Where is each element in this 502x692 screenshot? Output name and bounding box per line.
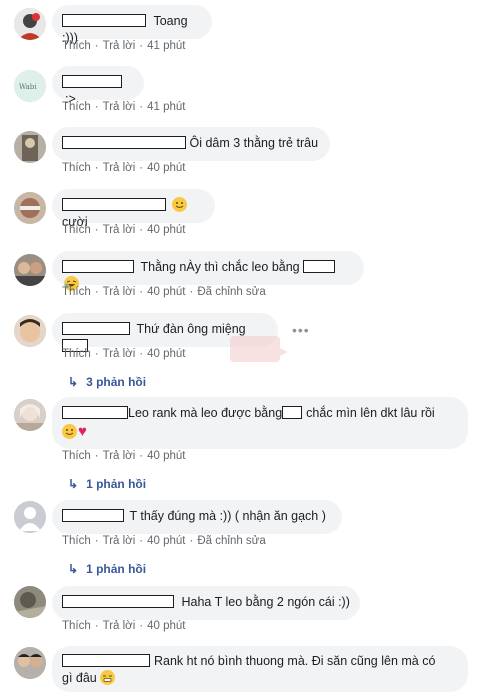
comment-text: Leo rank mà leo được bằng [128, 406, 283, 420]
avatar[interactable]: Wabi [14, 70, 46, 102]
timestamp[interactable]: 41 phút [147, 40, 185, 52]
reply-link[interactable]: Trả lời [103, 40, 136, 52]
avatar[interactable] [14, 254, 46, 286]
view-replies-link[interactable]: ↳ 3 phản hồi [68, 375, 146, 389]
like-link[interactable]: Thích [62, 620, 91, 632]
redacted-name [62, 322, 130, 335]
timestamp[interactable]: 40 phút [147, 620, 185, 632]
reply-link[interactable]: Trả lời [103, 224, 136, 236]
edited-label[interactable]: Đã chỉnh sửa [197, 535, 265, 547]
timestamp[interactable]: 40 phút [147, 162, 185, 174]
more-options-icon[interactable]: ••• [292, 322, 310, 338]
avatar[interactable] [14, 131, 46, 163]
view-replies-link[interactable]: ↳ 1 phản hồi [68, 562, 146, 576]
redacted-word [303, 260, 336, 273]
comment-bubble: Haha T leo bằng 2 ngón cái :)) [52, 586, 360, 620]
redacted-word [282, 406, 303, 419]
smile-emoji-icon [62, 424, 77, 439]
timestamp[interactable]: 40 phút [147, 348, 185, 360]
comment-text: Rank ht nó bình thuong mà. Đi săn cũng l… [154, 654, 436, 668]
comment-bubble: Rank ht nó bình thuong mà. Đi săn cũng l… [52, 646, 468, 692]
timestamp[interactable]: 40 phút [147, 450, 185, 462]
comment-text-cont: gì đâu [62, 671, 97, 685]
redacted-name [62, 14, 146, 27]
avatar[interactable] [14, 8, 46, 40]
comment-text: Ôi dâm 3 thằng trẻ trâu [189, 136, 319, 150]
reply-link[interactable]: Trả lời [103, 450, 136, 462]
reply-link[interactable]: Trả lời [103, 286, 136, 298]
svg-text:Wabi: Wabi [19, 83, 37, 91]
like-link[interactable]: Thích [62, 535, 91, 547]
comment-bubble: T thấy đúng mà :)) ( nhận ăn gạch ) [52, 500, 342, 534]
heart-icon: ♥ [78, 423, 87, 440]
comment-bubble: Toang :))) [52, 5, 212, 45]
comment-bubble: :> [52, 66, 144, 106]
reply-arrow-icon: ↳ [68, 562, 79, 576]
comment-text-cont: chắc mìn lên dkt lâu rồi [306, 406, 435, 420]
avatar[interactable] [14, 586, 46, 618]
smile-emoji-icon [172, 197, 188, 212]
like-link[interactable]: Thích [62, 101, 91, 113]
redacted-name [62, 509, 124, 522]
avatar[interactable] [14, 192, 46, 224]
comment-bubble: Thằng nÀy thì chắc leo bằng [52, 251, 364, 291]
reply-link[interactable]: Trả lời [103, 535, 136, 547]
timestamp[interactable]: 40 phút [147, 286, 185, 298]
grin-emoji-icon [100, 670, 116, 685]
like-link[interactable]: Thích [62, 450, 91, 462]
comment-text: Thằng nÀy thì chắc leo bằng [140, 260, 300, 274]
redacted-name [62, 654, 150, 667]
reply-link[interactable]: Trả lời [103, 101, 136, 113]
view-replies-link[interactable]: ↳ 1 phản hồi [68, 477, 146, 491]
timestamp[interactable]: 40 phút [147, 224, 185, 236]
watermark-logo [226, 330, 288, 368]
redacted-name [62, 406, 128, 419]
timestamp[interactable]: 41 phút [147, 101, 185, 113]
timestamp[interactable]: 40 phút [147, 535, 185, 547]
reply-link[interactable]: Trả lời [103, 162, 136, 174]
redacted-name [62, 595, 174, 608]
like-link[interactable]: Thích [62, 224, 91, 236]
comment-bubble: Leo rank mà leo được bằng chắc mìn lên dk… [52, 397, 468, 449]
like-link[interactable]: Thích [62, 40, 91, 52]
redacted-name [62, 198, 166, 211]
redacted-name [62, 136, 186, 149]
avatar[interactable] [14, 399, 46, 431]
comment-bubble: cười [52, 189, 215, 229]
comment-bubble: Ôi dâm 3 thằng trẻ trâu [52, 127, 330, 161]
like-link[interactable]: Thích [62, 286, 91, 298]
edited-label[interactable]: Đã chỉnh sửa [197, 286, 265, 298]
reply-arrow-icon: ↳ [68, 477, 79, 491]
avatar[interactable] [14, 501, 46, 533]
comment-text: Haha T leo bằng 2 ngón cái :)) [181, 595, 350, 609]
reply-link[interactable]: Trả lời [103, 348, 136, 360]
redacted-name [62, 75, 122, 88]
redacted-name [62, 260, 134, 273]
reply-arrow-icon: ↳ [68, 375, 79, 389]
like-link[interactable]: Thích [62, 348, 91, 360]
comment-text: T thấy đúng mà :)) ( nhận ăn gạch ) [129, 509, 326, 523]
like-link[interactable]: Thích [62, 162, 91, 174]
avatar[interactable] [14, 647, 46, 679]
avatar[interactable] [14, 315, 46, 347]
reply-link[interactable]: Trả lời [103, 620, 136, 632]
